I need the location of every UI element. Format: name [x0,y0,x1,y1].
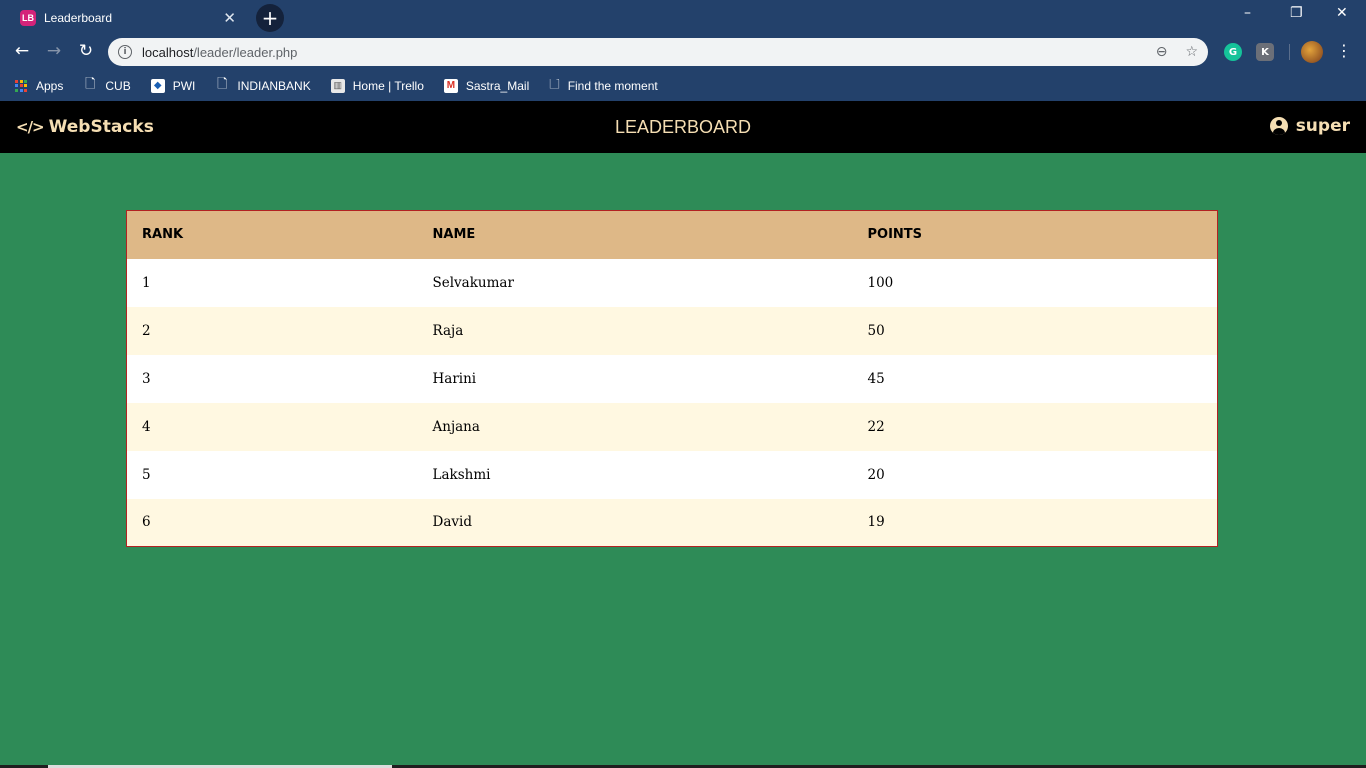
name-cell: Anjana [417,402,853,451]
rank-cell: 4 [126,402,418,451]
points-cell: 20 [852,450,1218,499]
rank-cell: 1 [126,258,418,307]
points-cell: 50 [852,306,1218,355]
gmail-icon: M [443,78,458,93]
leaderboard-table: RANK NAME POINTS 1 Selvakumar 100 2 Raja… [126,210,1218,547]
points-cell: 45 [852,354,1218,403]
bookmark-cub[interactable]: 🗋 CUB [83,75,131,93]
back-button[interactable]: ← [11,41,33,61]
zoom-icon[interactable]: ⊖ [1156,44,1168,60]
column-header-points: POINTS [852,210,1218,259]
table-row: 2 Raja 50 [126,306,1218,355]
url-text[interactable]: localhost/leader/leader.php [142,45,1138,60]
table-row: 6 David 19 [126,498,1218,547]
column-header-rank: RANK [126,210,418,259]
browser-tab-bar: LB Leaderboard ✕ + – ❐ ✕ [0,0,1366,34]
new-tab-button[interactable]: + [256,4,284,32]
toolbar-divider [1289,44,1290,60]
bookmark-sastra-mail[interactable]: M Sastra_Mail [443,78,529,93]
address-bar[interactable]: i localhost/leader/leader.php ⊖ ☆ [108,38,1208,66]
keeper-extension-icon[interactable]: K [1256,43,1274,61]
table-row: 3 Harini 45 [126,354,1218,403]
browser-tab[interactable]: LB Leaderboard ✕ [8,2,248,34]
trello-icon: ▥ [330,78,345,93]
points-cell: 100 [852,258,1218,307]
restore-icon[interactable]: ❐ [1290,5,1303,21]
page-icon: 🗋 [217,75,228,91]
browser-menu-icon[interactable]: ⋮ [1336,41,1352,60]
table-row: 5 Lakshmi 20 [126,450,1218,499]
page-icon: 🗋 [549,78,560,91]
bookmark-find-the-moment[interactable]: 🗋 Find the moment ge [549,79,661,93]
table-row: 1 Selvakumar 100 [126,258,1218,307]
table-row: 4 Anjana 22 [126,402,1218,451]
page-icon: 🗋 [85,75,96,91]
bookmark-indianbank[interactable]: 🗋 INDIANBANK [215,75,311,93]
favicon-icon: LB [20,10,36,26]
rank-cell: 6 [126,498,418,547]
name-cell: David [417,498,853,547]
rank-cell: 2 [126,306,418,355]
site-info-icon[interactable]: i [118,45,132,59]
reload-button[interactable]: ↻ [75,41,97,61]
bookmark-star-icon[interactable]: ☆ [1185,44,1198,60]
rank-cell: 5 [126,450,418,499]
tab-close-icon[interactable]: ✕ [223,9,236,27]
name-cell: Harini [417,354,853,403]
bookmark-pwi[interactable]: ◆ PWI [150,78,195,93]
column-header-name: NAME [417,210,853,259]
page-title: LEADERBOARD [614,117,752,137]
name-cell: Lakshmi [417,450,853,499]
name-cell: Raja [417,306,853,355]
minimize-icon[interactable]: – [1244,5,1251,21]
points-cell: 19 [852,498,1218,547]
username: super [1295,116,1350,136]
browser-toolbar: ← → ↻ i localhost/leader/leader.php ⊖ ☆ … [0,34,1366,70]
profile-avatar[interactable] [1301,41,1323,63]
grammarly-extension-icon[interactable]: G [1224,43,1242,61]
rank-cell: 3 [126,354,418,403]
close-window-icon[interactable]: ✕ [1336,5,1348,21]
apps-grid-icon [14,79,28,93]
bookmarks-bar: Apps 🗋 CUB ◆ PWI 🗋 INDIANBANK ▥ Home | T… [0,70,1366,101]
forward-button[interactable]: → [43,41,65,61]
pwi-icon: ◆ [150,78,165,93]
name-cell: Selvakumar [417,258,853,307]
tab-title: Leaderboard [44,11,113,25]
user-menu[interactable]: super [1269,116,1350,136]
bookmark-trello[interactable]: ▥ Home | Trello [330,78,424,93]
bookmark-apps[interactable]: Apps [14,79,63,93]
app-header: </> WebStacks LEADERBOARD super [0,101,1366,153]
points-cell: 22 [852,402,1218,451]
table-header-row: RANK NAME POINTS [126,210,1218,259]
user-circle-icon [1269,117,1288,135]
